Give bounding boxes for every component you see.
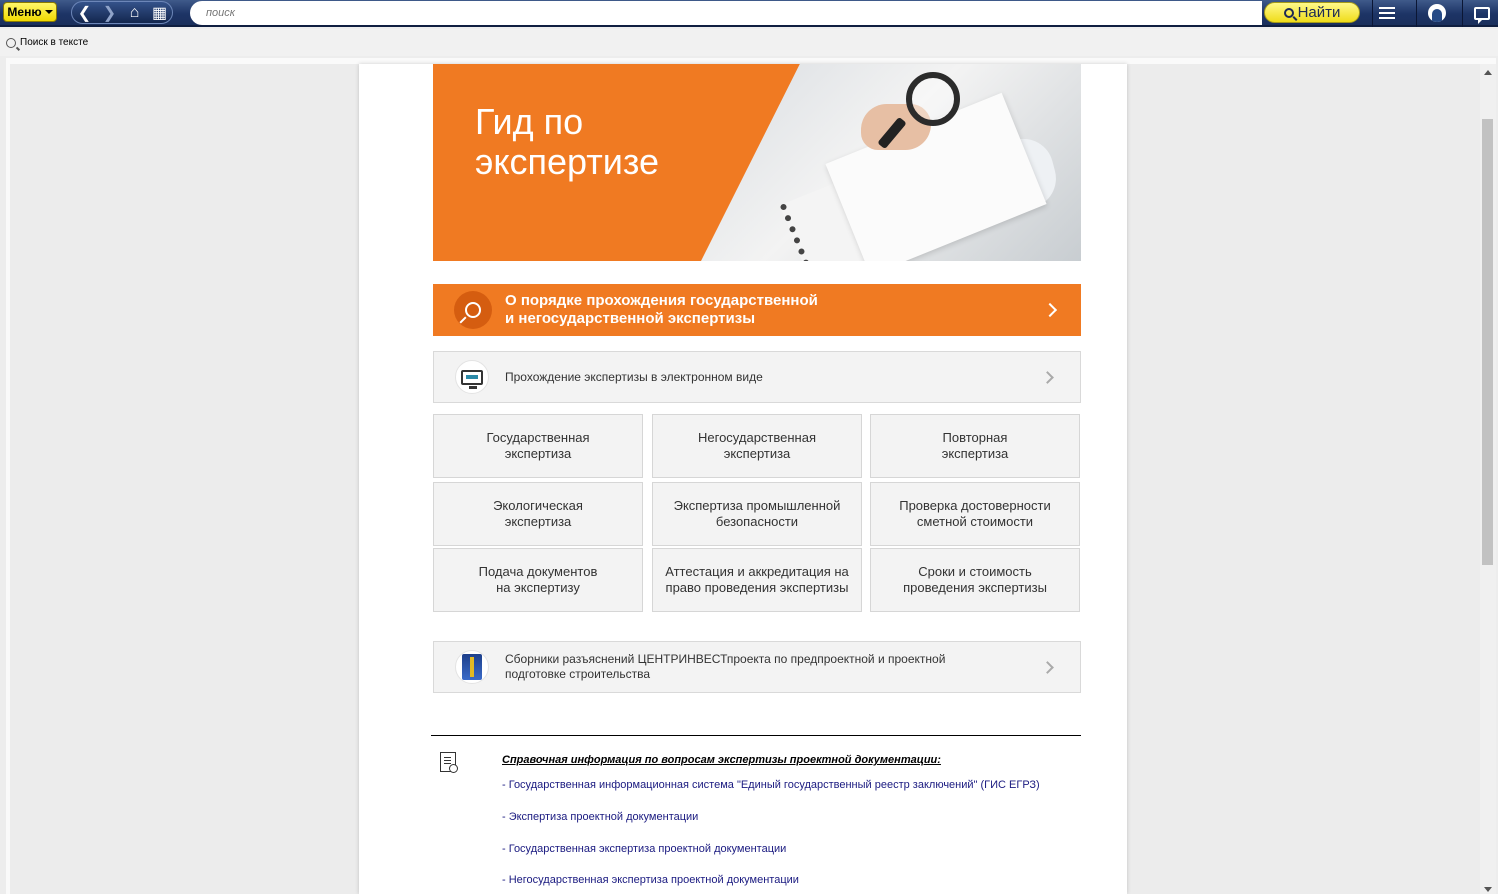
tile-state-expertise[interactable]: Государственная экспертиза <box>433 414 643 478</box>
label-line: и негосударственной экспертизы <box>505 310 756 327</box>
chevron-right-icon <box>1041 660 1054 674</box>
top-toolbar: Меню ❮ ❯ ⌂ ▦ Найти <box>0 0 1498 27</box>
tile-label: проведения экспертизы <box>903 580 1047 595</box>
label-line: подготовке строительства <box>505 667 651 681</box>
electronic-expertise-link[interactable]: Прохождение экспертизы в электронном вид… <box>433 351 1081 403</box>
find-button[interactable]: Найти <box>1264 2 1360 23</box>
secondary-toolbar: Поиск в тексте <box>0 29 1498 56</box>
monitor-icon-wrap <box>455 360 489 394</box>
find-in-text-label: Поиск в тексте <box>20 37 89 48</box>
nav-buttons: ❮ ❯ ⌂ ▦ <box>71 1 173 24</box>
magnifier-icon <box>906 72 960 126</box>
electronic-expertise-label: Прохождение экспертизы в электронном вид… <box>505 369 763 384</box>
tile-label: Государственная <box>486 430 590 445</box>
caret-down-icon <box>44 10 53 14</box>
label-line: Сборники разъяснений ЦЕНТРИНВЕСТпроекта … <box>505 652 946 666</box>
collections-label: Сборники разъяснений ЦЕНТРИНВЕСТпроекта … <box>505 652 1043 682</box>
scrollbar-thumb[interactable] <box>1482 119 1493 565</box>
menu-button-label: Меню <box>7 5 42 19</box>
tile-label: экспертиза <box>504 514 572 529</box>
tile-label: Сроки и стоимость <box>918 564 1032 579</box>
expertise-procedure-label: О порядке прохождения государственной и … <box>505 292 1045 328</box>
find-button-label: Найти <box>1297 4 1341 21</box>
tile-label: Негосударственная <box>698 430 816 445</box>
tile-document-submission[interactable]: Подача документов на экспертизу <box>433 548 643 612</box>
tile-label: безопасности <box>715 514 799 529</box>
reference-link-state-expertise[interactable]: - Государственная экспертиза проектной д… <box>502 843 786 855</box>
home-icon[interactable]: ⌂ <box>122 3 147 23</box>
forward-icon[interactable]: ❯ <box>97 3 122 23</box>
hamburger-icon[interactable] <box>1376 3 1398 23</box>
tile-label: экспертиза <box>504 446 572 461</box>
hero-title-line: Гид по <box>475 101 584 142</box>
expertise-procedure-link[interactable]: О порядке прохождения государственной и … <box>433 284 1081 336</box>
menu-button[interactable]: Меню <box>3 2 57 22</box>
search-icon <box>6 37 16 48</box>
hero-title: Гид по экспертизе <box>475 102 775 182</box>
tile-accreditation[interactable]: Аттестация и аккредитация на право провед… <box>652 548 862 612</box>
find-in-text-button[interactable]: Поиск в тексте <box>6 37 88 48</box>
monitor-icon <box>461 369 483 389</box>
tile-label: Экспертиза промышленной <box>673 498 841 513</box>
scroll-up-icon[interactable] <box>1484 70 1492 75</box>
back-icon[interactable]: ❮ <box>72 3 97 23</box>
tile-label: сметной стоимости <box>916 514 1034 529</box>
chevron-right-icon <box>1041 370 1054 384</box>
search-icon <box>1283 7 1294 18</box>
reference-title: Справочная информация по вопросам экспер… <box>502 754 941 766</box>
magnifier-icon <box>454 291 492 329</box>
tile-industrial-safety[interactable]: Экспертиза промышленной безопасности <box>652 482 862 546</box>
tile-nonstate-expertise[interactable]: Негосударственная экспертиза <box>652 414 862 478</box>
document-page: Гид по экспертизе О порядке прохождения … <box>359 64 1127 894</box>
label-line: О порядке прохождения государственной <box>505 292 818 309</box>
hero-title-line: экспертизе <box>475 141 659 182</box>
grid-icon[interactable]: ▦ <box>147 3 172 23</box>
chevron-right-icon <box>1042 302 1058 318</box>
emblem-icon-wrap <box>455 650 489 684</box>
hero-banner: Гид по экспертизе <box>433 64 1081 261</box>
scroll-down-icon[interactable] <box>1484 887 1492 892</box>
tile-cost-verification[interactable]: Проверка достоверности сметной стоимости <box>870 482 1080 546</box>
tile-label: экспертиза <box>723 446 791 461</box>
search-input[interactable] <box>190 1 1262 25</box>
tile-label: экспертиза <box>941 446 1009 461</box>
toolbar-divider <box>1462 0 1463 27</box>
tile-label: Проверка достоверности <box>899 498 1051 513</box>
tile-label: Экологическая <box>493 498 583 513</box>
collections-link[interactable]: Сборники разъяснений ЦЕНТРИНВЕСТпроекта … <box>433 641 1081 693</box>
user-icon[interactable] <box>1426 3 1448 23</box>
tile-repeat-expertise[interactable]: Повторная экспертиза <box>870 414 1080 478</box>
vertical-scrollbar[interactable] <box>1480 64 1496 894</box>
document-search-icon <box>440 752 458 773</box>
reference-link-nonstate-expertise[interactable]: - Негосударственная экспертиза проектной… <box>502 874 799 886</box>
tile-ecological-expertise[interactable]: Экологическая экспертиза <box>433 482 643 546</box>
reference-link-project-expertise[interactable]: - Экспертиза проектной документации <box>502 811 698 823</box>
reference-link-gis-egrz[interactable]: - Государственная информационная система… <box>502 779 1040 791</box>
section-divider <box>431 735 1081 736</box>
emblem-icon <box>462 654 482 680</box>
tile-label: Подача документов <box>478 564 598 579</box>
tile-label: Аттестация и аккредитация на <box>665 564 849 579</box>
tile-label: на экспертизу <box>496 580 580 595</box>
toolbar-divider <box>1372 0 1373 27</box>
tile-label: право проведения экспертизы <box>665 580 849 595</box>
chat-icon[interactable] <box>1471 3 1493 24</box>
tile-label: Повторная <box>942 430 1008 445</box>
toolbar-divider <box>1416 0 1417 27</box>
tile-terms-and-cost[interactable]: Сроки и стоимость проведения экспертизы <box>870 548 1080 612</box>
